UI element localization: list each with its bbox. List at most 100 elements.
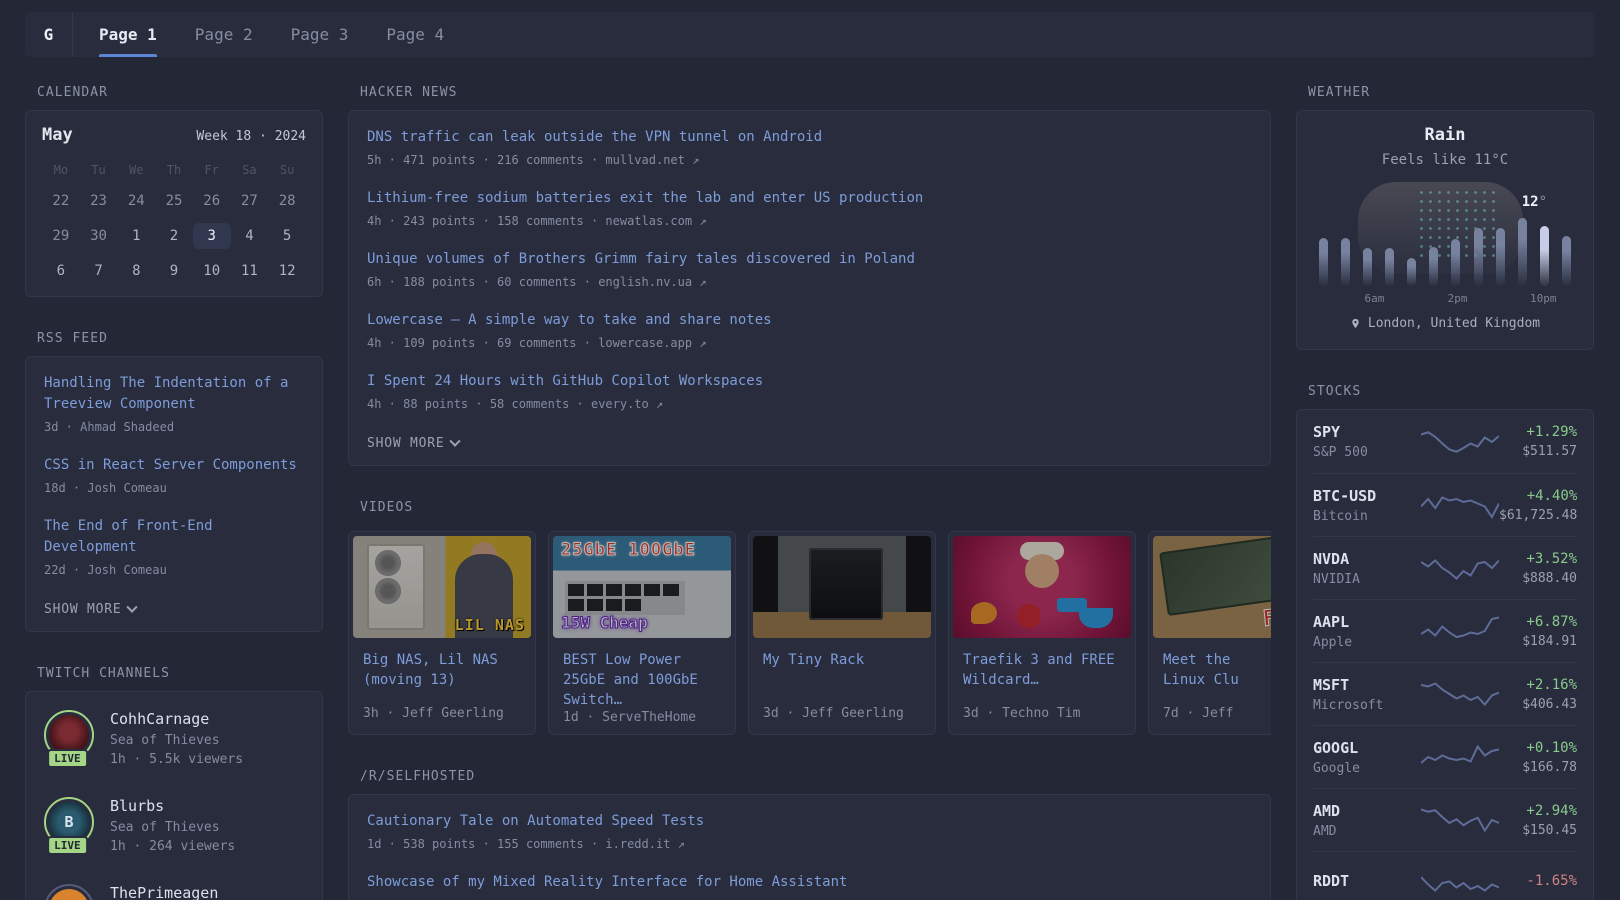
dashboard-page: G Page 1 Page 2 Page 3 Page 4 CALENDAR M… <box>0 0 1620 900</box>
avatar[interactable]: B LIVE <box>44 797 94 847</box>
weather-bar <box>1451 239 1460 286</box>
video-card: My Tiny Rack 3d · Jeff Geerling <box>748 531 936 735</box>
stock-row: GOOGLGoogle +0.10%$166.78 <box>1313 725 1577 788</box>
theprimeagen-avatar-image <box>49 889 89 900</box>
location-pin-icon <box>1350 318 1361 329</box>
calendar-day: 6 <box>42 258 80 284</box>
weather-bar <box>1496 228 1505 286</box>
rss-item-meta: 18d · Josh Comeau <box>44 481 304 495</box>
video-title[interactable]: Big NAS, Lil NAS (moving 13) <box>363 650 521 690</box>
stock-name: NVIDIA <box>1313 572 1421 587</box>
tab-page-1[interactable]: Page 1 <box>99 12 157 57</box>
hn-item-meta: 5h · 471 points · 216 comments · mullvad… <box>367 153 1252 167</box>
tab-page-4[interactable]: Page 4 <box>386 12 444 57</box>
hn-item-title[interactable]: Unique volumes of Brothers Grimm fairy t… <box>367 249 1252 270</box>
weather-bar <box>1341 238 1350 286</box>
rss-show-more-button[interactable]: SHOW MORE <box>44 602 136 617</box>
app-logo[interactable]: G <box>25 12 72 57</box>
calendar-day: 12 <box>268 258 306 284</box>
hn-show-more-button[interactable]: SHOW MORE <box>367 436 459 451</box>
twitch-channel-name[interactable]: ThePrimeagen <box>110 884 218 900</box>
stock-sparkline <box>1421 427 1499 457</box>
rss-item-title[interactable]: The End of Front-End Development <box>44 516 304 558</box>
calendar-day: 4 <box>231 223 269 249</box>
hn-item-title[interactable]: I Spent 24 Hours with GitHub Copilot Wor… <box>367 371 1252 392</box>
twitch-channel-name[interactable]: Blurbs <box>110 797 235 815</box>
stock-ticker: GOOGL <box>1313 739 1421 757</box>
calendar-day: 1 <box>117 223 155 249</box>
reddit-item-title[interactable]: Showcase of my Mixed Reality Interface f… <box>367 872 1252 893</box>
twitch-channel-name[interactable]: CohhCarnage <box>110 710 243 728</box>
video-thumbnail[interactable]: LIL NAS <box>353 536 531 638</box>
weather-bar <box>1363 248 1372 286</box>
twitch-channel-game: Sea of Thieves <box>110 820 235 835</box>
avatar[interactable] <box>44 884 94 900</box>
stock-ticker: AAPL <box>1313 613 1421 631</box>
rss-item-title[interactable]: Handling The Indentation of a Treeview C… <box>44 373 304 415</box>
calendar-day: 24 <box>117 188 155 214</box>
calendar-day: 8 <box>117 258 155 284</box>
tab-page-2[interactable]: Page 2 <box>195 12 253 57</box>
stock-ticker: RDDT <box>1313 872 1421 890</box>
tab-page-3[interactable]: Page 3 <box>291 12 349 57</box>
reddit-item-title[interactable]: Cautionary Tale on Automated Speed Tests <box>367 811 1252 832</box>
video-card: 25GbE 100GbE 15W Cheap BEST Low Power 25… <box>548 531 736 735</box>
stock-price: $166.78 <box>1499 760 1577 775</box>
weather-bar <box>1319 238 1328 286</box>
rss-item-meta: 3d · Ahmad Shadeed <box>44 420 304 434</box>
live-badge: LIVE <box>47 836 88 855</box>
stock-price: $150.45 <box>1499 823 1577 838</box>
avatar[interactable]: LIVE <box>44 710 94 760</box>
page-tabs: Page 1 Page 2 Page 3 Page 4 <box>73 12 444 57</box>
calendar-day: 11 <box>231 258 269 284</box>
weekday-label: Su <box>268 161 306 179</box>
video-meta: 3h · Jeff Geerling <box>363 706 521 721</box>
hn-item-meta: 4h · 109 points · 69 comments · lowercas… <box>367 336 1252 350</box>
thumbnail-text: LIL NAS <box>455 616 525 634</box>
weather-widget: Rain Feels like 11°C 12° 6am 2pm 10pm <box>1296 110 1594 350</box>
stock-ticker: AMD <box>1313 802 1421 820</box>
hour-label: 2pm <box>1448 292 1468 305</box>
hn-item-title[interactable]: Lowercase – A simple way to take and sha… <box>367 310 1252 331</box>
weekday-label: Th <box>155 161 193 179</box>
stock-sparkline <box>1421 553 1499 583</box>
rss-item-title[interactable]: CSS in React Server Components <box>44 455 304 476</box>
calendar-day: 28 <box>268 188 306 214</box>
video-thumbnail[interactable] <box>953 536 1131 638</box>
chevron-down-icon <box>127 601 138 612</box>
hn-item-title[interactable]: Lithium-free sodium batteries exit the l… <box>367 188 1252 209</box>
hn-item-title[interactable]: DNS traffic can leak outside the VPN tun… <box>367 127 1252 148</box>
stock-change: +3.52% <box>1499 551 1577 567</box>
video-title[interactable]: BEST Low Power 25GbE and 100GbE Switch… <box>563 650 721 710</box>
weekday-label: Sa <box>231 161 269 179</box>
reddit-item-meta: 1d · 538 points · 155 comments · i.redd.… <box>367 837 1252 851</box>
twitch-section-label: TWITCH CHANNELS <box>37 666 323 681</box>
video-title[interactable]: Meet the Linux Clu <box>1163 650 1271 690</box>
twitch-channel-row: B LIVE Blurbs Sea of Thieves 1h · 264 vi… <box>44 797 304 854</box>
video-thumbnail[interactable] <box>753 536 931 638</box>
stock-ticker: MSFT <box>1313 676 1421 694</box>
weather-bar <box>1474 228 1483 286</box>
hn-item-meta: 6h · 188 points · 60 comments · english.… <box>367 275 1252 289</box>
weekday-label: We <box>117 161 155 179</box>
stocks-section-label: STOCKS <box>1308 384 1594 399</box>
stock-sparkline <box>1421 616 1499 646</box>
video-title[interactable]: Traefik 3 and FREE Wildcard… <box>963 650 1121 690</box>
rss-section: RSS FEED Handling The Indentation of a T… <box>25 331 323 632</box>
stock-row: MSFTMicrosoft +2.16%$406.43 <box>1313 662 1577 725</box>
stock-change: +2.16% <box>1499 677 1577 693</box>
calendar-day-selected: 3 <box>193 223 231 249</box>
weekday-label: Fr <box>193 161 231 179</box>
weather-section-label: WEATHER <box>1308 85 1594 100</box>
video-title[interactable]: My Tiny Rack <box>763 650 921 670</box>
video-thumbnail[interactable]: FAS <box>1153 536 1271 638</box>
stock-row: AMDAMD +2.94%$150.45 <box>1313 788 1577 851</box>
video-card: FAS Meet the Linux Clu 7d · Jeff <box>1148 531 1271 735</box>
weather-bar <box>1518 218 1527 286</box>
video-meta: 3d · Techno Tim <box>963 706 1121 721</box>
calendar-section: CALENDAR May Week 18 · 2024 Mo Tu We Th … <box>25 85 323 297</box>
video-thumbnail[interactable]: 25GbE 100GbE 15W Cheap <box>553 536 731 638</box>
stock-price: $184.91 <box>1499 634 1577 649</box>
stock-name: Microsoft <box>1313 698 1421 713</box>
stock-sparkline <box>1421 742 1499 772</box>
